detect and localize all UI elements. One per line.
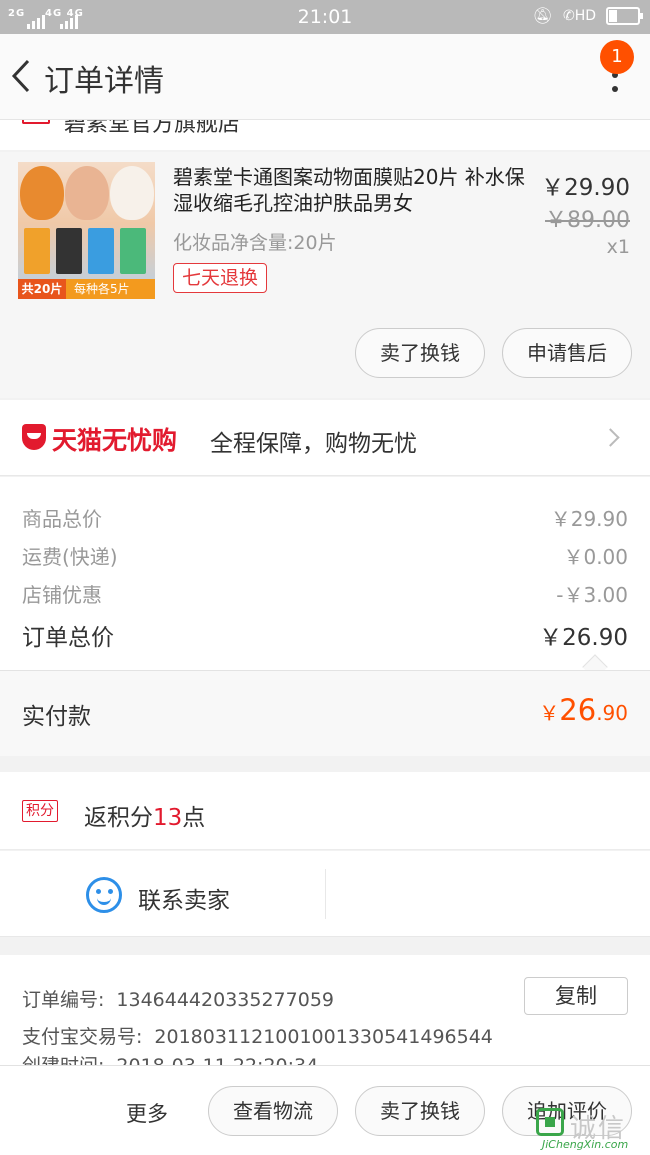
watermark-logo: 诚信 JiChengXin.com: [530, 1102, 648, 1152]
alipay-number-label: 支付宝交易号:: [22, 1026, 143, 1048]
battery-fill: [609, 9, 618, 22]
watermark-icon: [536, 1108, 564, 1136]
guarantee-row[interactable]: 天猫无忧购 全程保障，购物无忧: [0, 400, 650, 476]
mask-pack: [56, 228, 82, 274]
order-total-row: 订单总价 ￥26.90: [22, 618, 628, 651]
guarantee-text: 全程保障，购物无忧: [210, 431, 417, 457]
order-total-label: 订单总价: [22, 625, 114, 651]
sell-for-cash-button[interactable]: 卖了换钱: [355, 328, 485, 378]
after-sales-button[interactable]: 申请售后: [502, 328, 632, 378]
call-hd-icon: ✆HD: [562, 7, 596, 24]
status-bar: 2G 4G 4G 21:01 🔕︎ ✆HD: [0, 0, 650, 34]
back-arrow-icon[interactable]: [8, 56, 38, 96]
guarantee-brand: 天猫无忧购: [52, 426, 178, 455]
hd-label: HD: [574, 7, 596, 24]
divider: [325, 869, 326, 919]
chat-smiley-icon[interactable]: [86, 877, 122, 913]
sell-for-cash-button[interactable]: 卖了换钱: [355, 1086, 485, 1136]
price-label: 店铺优惠: [22, 583, 102, 607]
product-quantity: x1: [606, 236, 630, 258]
copy-button[interactable]: 复制: [524, 977, 628, 1015]
view-logistics-button[interactable]: 查看物流: [208, 1086, 338, 1136]
points-row: 积分 返积分13点: [0, 772, 650, 850]
order-number-value: 1346444203352770​59: [116, 989, 334, 1011]
price-label: 商品总价: [22, 507, 102, 531]
price-summary: 商品总价 ￥29.90 运费(快递) ￥0.00 店铺优惠 -￥3.00 订单总…: [0, 477, 650, 670]
order-number-row: 订单编号: 1346444203352770​59: [22, 985, 334, 1012]
thumbnail-banner: 共20片 每种各5片: [18, 279, 155, 299]
contact-seller-button[interactable]: 联系卖家: [138, 881, 230, 915]
more-button[interactable]: 更多: [126, 1098, 168, 1128]
price-value: ￥0.00: [563, 545, 628, 569]
notification-badge[interactable]: 1: [600, 40, 634, 74]
order-total-value: ￥26.90: [539, 625, 628, 651]
mask-pack: [120, 228, 146, 274]
points-prefix: 返积分: [84, 805, 153, 831]
order-info: 订单编号: 1346444203352770​59 复制 支付宝交易号: 20180…: [0, 955, 650, 1065]
created-time-row: 创建时间: 2018-03-11 22:20:34: [22, 1051, 318, 1065]
price-value: -￥3.00: [556, 583, 628, 607]
actual-payment-row: 实付款 ￥26.90: [0, 670, 650, 756]
contact-row: 联系卖家: [0, 851, 650, 937]
price-label: 运费(快递): [22, 545, 118, 569]
more-options-icon[interactable]: [610, 72, 620, 92]
chevron-right-icon: [601, 428, 620, 447]
amount-decimal: .90: [596, 701, 628, 725]
amount-integer: 26: [559, 693, 597, 727]
alipay-number-row: 支付宝交易号: 2018031121001001330541496544: [22, 1022, 493, 1049]
shop-header[interactable]: 碧素堂官方旗舰店: [0, 120, 650, 150]
created-time-label: 创建时间:: [22, 1051, 104, 1065]
face-image: [65, 166, 109, 220]
price-row-subtotal: 商品总价 ￥29.90: [22, 503, 628, 531]
thumbnail-each-label: 每种各5片: [74, 282, 130, 296]
tiger-mask-face: [20, 166, 64, 220]
page-title: 订单详情: [44, 64, 164, 99]
order-number-label: 订单编号:: [22, 989, 105, 1011]
product-thumbnail[interactable]: 共20片 每种各5片: [18, 162, 155, 299]
points-text: 返积分13点: [84, 798, 205, 832]
product-spec: 化妆品净含量:20片: [173, 232, 337, 254]
alipay-number-value: 2018031121001001330541496544: [154, 1026, 493, 1048]
points-number: 13: [153, 805, 183, 831]
mask-pack: [24, 228, 50, 274]
panda-mask-face: [110, 166, 154, 220]
battery-icon: [606, 6, 643, 25]
price-row-shipping: 运费(快递) ￥0.00: [22, 541, 628, 569]
currency-symbol: ￥: [539, 701, 560, 725]
bell-muted-icon: 🔕︎: [532, 6, 553, 25]
shop-icon: [22, 120, 50, 124]
created-time-value: 2018-03-11 22:20:34: [116, 1055, 318, 1065]
tmall-logo-icon: [22, 424, 46, 450]
shop-name: 碧素堂官方旗舰店: [64, 120, 241, 137]
price-value: ￥29.90: [550, 507, 628, 531]
actual-payment-amount: ￥26.90: [539, 693, 628, 727]
actual-payment-label: 实付款: [22, 704, 91, 730]
product-price: ￥29.90: [541, 175, 630, 201]
price-row-discount: 店铺优惠 -￥3.00: [22, 579, 628, 607]
watermark-url: JiChengXin.com: [542, 1138, 629, 1151]
points-suffix: 点: [182, 805, 206, 831]
return-policy-badge: 七天退换: [173, 263, 268, 293]
nav-bar: 订单详情 1: [0, 34, 650, 120]
thumbnail-count-label: 共20片: [18, 279, 66, 299]
points-badge: 积分: [22, 800, 58, 822]
product-title[interactable]: 碧素堂卡通图案动物面膜贴20片 补水保湿收缩毛孔控油护肤品男女: [173, 164, 535, 216]
mask-pack: [88, 228, 114, 274]
original-price: ￥89.00: [545, 208, 630, 233]
product-card[interactable]: 共20片 每种各5片 碧素堂卡通图案动物面膜贴20片 补水保湿收缩毛孔控油护肤品…: [0, 152, 650, 398]
